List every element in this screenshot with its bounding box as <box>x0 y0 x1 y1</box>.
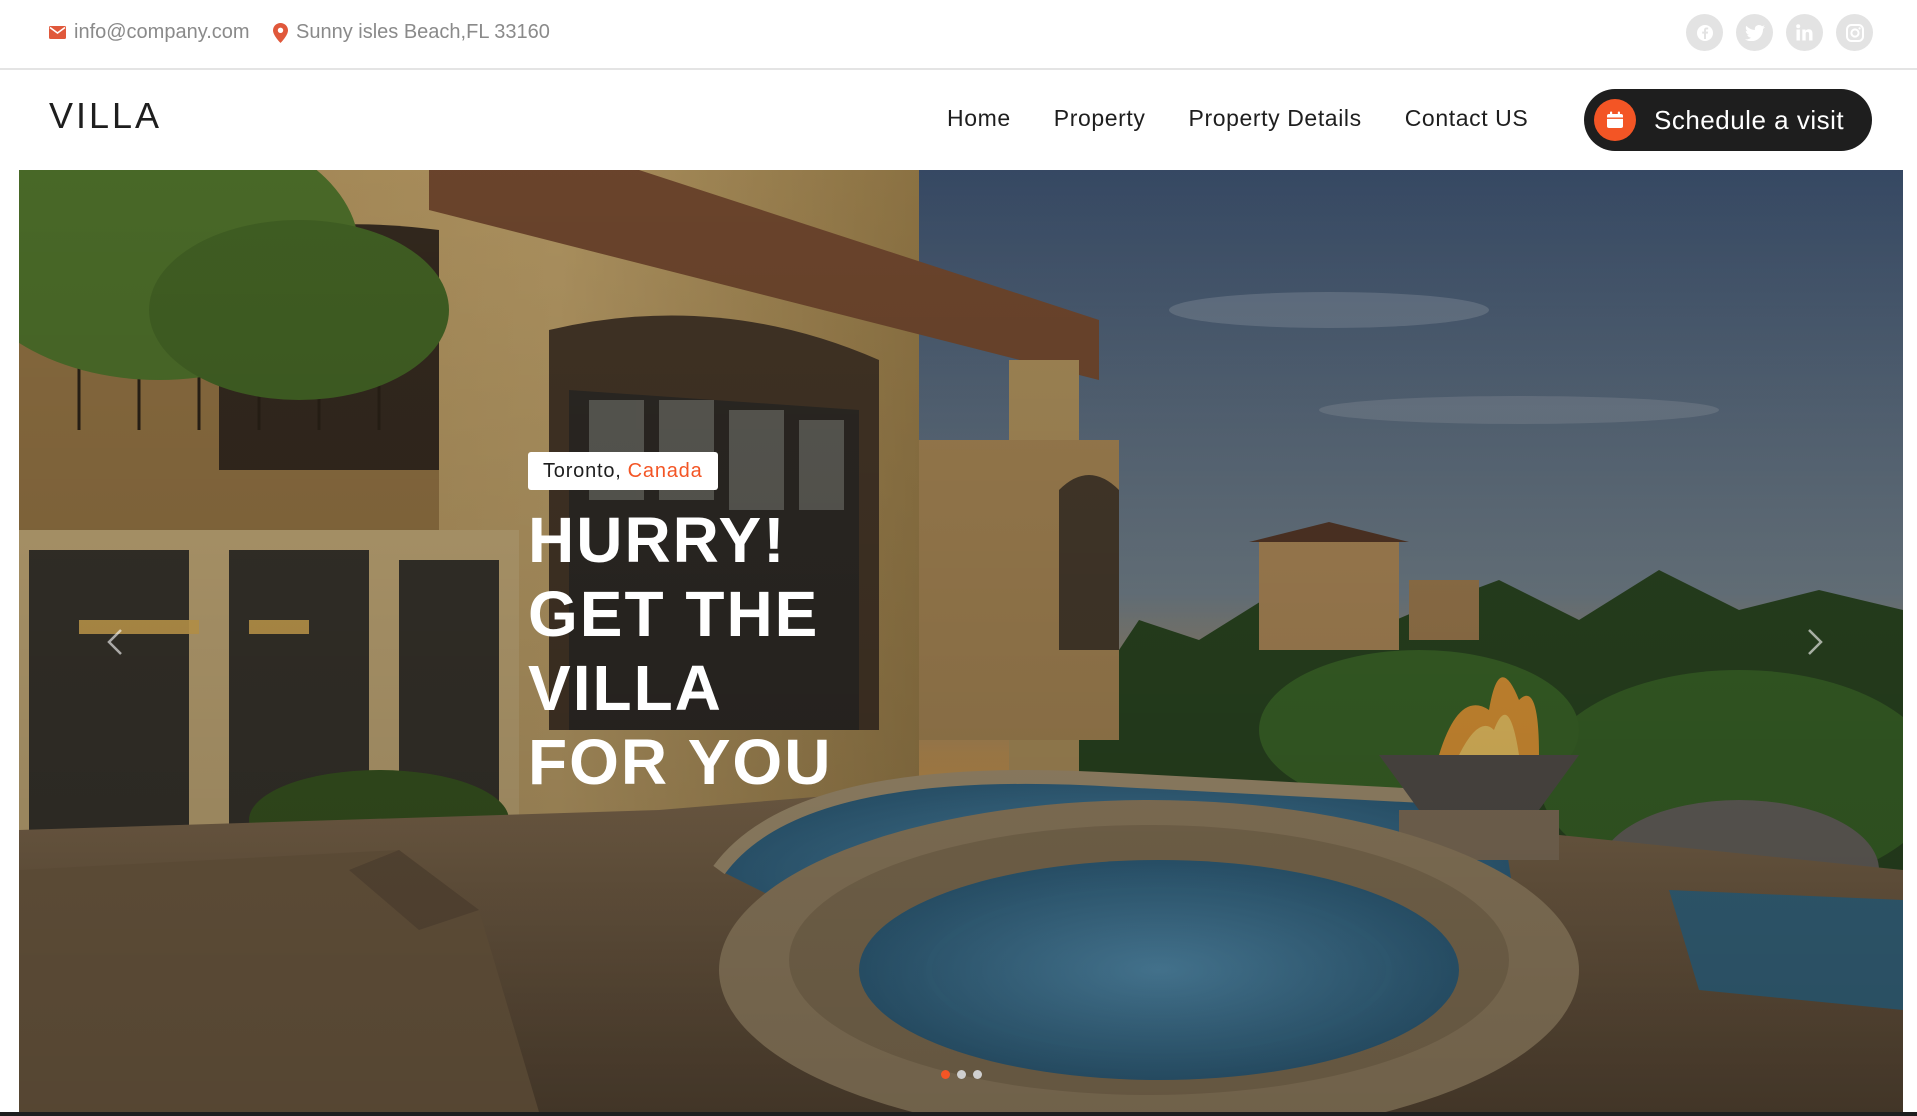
slide-indicators <box>941 1070 982 1079</box>
nav-contact-us[interactable]: Contact US <box>1405 105 1529 132</box>
slide-dot-3[interactable] <box>973 1070 982 1079</box>
site-logo[interactable]: VILLA <box>49 95 162 137</box>
headline-line-4: FOR YOU <box>528 726 833 798</box>
location-badge: Toronto, Canada <box>528 452 718 490</box>
contact-email-text: info@company.com <box>74 21 250 43</box>
facebook-icon[interactable] <box>1686 14 1723 51</box>
headline-line-3: VILLA <box>528 652 723 724</box>
next-slide-arrow-icon[interactable] <box>1795 620 1831 664</box>
contact-address: Sunny isles Beach,FL 33160 <box>273 21 550 44</box>
hero-banner: Toronto, Canada HURRY! GET THE VILLA FOR… <box>19 170 1903 1112</box>
slide-dot-1[interactable] <box>941 1070 950 1079</box>
main-navigation: Home Property Property Details Contact U… <box>947 105 1571 132</box>
map-pin-icon <box>273 22 288 43</box>
calendar-icon <box>1594 99 1636 141</box>
page-bottom-border <box>0 1112 1917 1116</box>
location-country: Canada <box>627 459 703 482</box>
headline-line-1: HURRY! <box>528 504 787 576</box>
twitter-icon[interactable] <box>1736 14 1773 51</box>
social-links <box>1686 14 1873 51</box>
contact-email[interactable]: info@company.com <box>49 21 250 44</box>
headline-line-2: GET THE <box>528 578 820 650</box>
prev-slide-arrow-icon[interactable] <box>99 620 135 664</box>
linkedin-icon[interactable] <box>1786 14 1823 51</box>
location-city: Toronto, <box>543 459 622 482</box>
slide-dot-2[interactable] <box>957 1070 966 1079</box>
schedule-visit-label: Schedule a visit <box>1654 104 1845 135</box>
hero-headline: HURRY! GET THE VILLA FOR YOU <box>528 503 1048 799</box>
nav-property-details[interactable]: Property Details <box>1189 105 1362 132</box>
schedule-visit-button[interactable]: Schedule a visit <box>1584 89 1872 151</box>
nav-property[interactable]: Property <box>1054 105 1146 132</box>
nav-home[interactable]: Home <box>947 105 1011 132</box>
top-info-bar: info@company.com Sunny isles Beach,FL 33… <box>0 0 1917 70</box>
instagram-icon[interactable] <box>1836 14 1873 51</box>
contact-address-text: Sunny isles Beach,FL 33160 <box>296 21 550 43</box>
mail-icon <box>49 26 66 39</box>
